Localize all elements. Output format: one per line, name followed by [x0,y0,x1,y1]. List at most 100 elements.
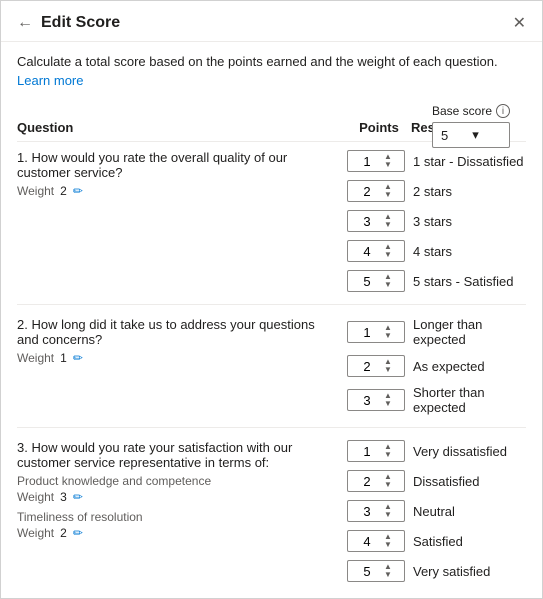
score-row-2-3: ▲▼ Shorter than expected [347,385,526,415]
spin-down-icon[interactable]: ▼ [384,541,392,549]
response-text-1-4: 4 stars [413,244,526,259]
weight-row-1: Weight2✏ [17,184,339,198]
edit-weight-icon[interactable]: ✏ [73,526,83,540]
question-text-2: 2. How long did it take us to address yo… [17,317,339,347]
points-field-2-2[interactable] [352,359,382,374]
score-row-3-4: ▲▼ Satisfied [347,530,526,552]
response-text-3-4: Satisfied [413,534,526,549]
spin-down-icon[interactable]: ▼ [384,511,392,519]
spin-down-icon[interactable]: ▼ [384,571,392,579]
score-row-1-4: ▲▼ 4 stars [347,240,526,262]
weight-value: 2 [60,526,67,540]
base-score-label: Base score i [432,104,510,118]
section-divider [17,427,526,428]
description-text: Calculate a total score based on the poi… [17,54,526,88]
score-row-3-5: ▲▼ Very satisfied [347,560,526,582]
response-text-1-5: 5 stars - Satisfied [413,274,526,289]
points-field-3-3[interactable] [352,504,382,519]
points-input-3-2: ▲▼ [347,470,405,492]
score-row-2-2: ▲▼ As expected [347,355,526,377]
response-text-2-1: Longer than expected [413,317,526,347]
score-row-3-3: ▲▼ Neutral [347,500,526,522]
score-row-1-1: ▲▼ 1 star - Dissatisfied [347,150,526,172]
edit-weight-icon[interactable]: ✏ [73,490,83,504]
edit-score-panel: ← Edit Score ✕ Calculate a total score b… [0,0,543,599]
top-area: Calculate a total score based on the poi… [17,54,526,114]
points-input-1-5: ▲▼ [347,270,405,292]
points-field-1-5[interactable] [352,274,382,289]
weight-label: Weight [17,490,54,504]
response-text-2-3: Shorter than expected [413,385,526,415]
score-row-2-1: ▲▼ Longer than expected [347,317,526,347]
spin-down-icon[interactable]: ▼ [384,400,392,408]
response-text-3-2: Dissatisfied [413,474,526,489]
score-row-1-2: ▲▼2 stars [347,180,526,202]
points-input-2-2: ▲▼ [347,355,405,377]
base-score-section: Base score i 5 ▾ [432,104,510,148]
spin-down-icon[interactable]: ▼ [384,451,392,459]
spin-up-icon[interactable]: ▲ [384,563,392,571]
points-field-1-4[interactable] [352,244,382,259]
points-field-1-1[interactable] [352,154,382,169]
points-field-1-2[interactable] [352,184,382,199]
spin-down-icon[interactable]: ▼ [384,332,392,340]
weight-value: 3 [60,490,67,504]
points-field-3-5[interactable] [352,564,382,579]
question-text-1: 1. How would you rate the overall qualit… [17,150,339,180]
score-row-3-2: ▲▼ Dissatisfied [347,470,526,492]
back-button[interactable]: ← [17,14,33,32]
sub-item-label-3-1: Product knowledge and competence [17,474,339,488]
weight-row-3-1: Weight 3 ✏ [17,490,339,504]
points-field-3-4[interactable] [352,534,382,549]
col-points-header: Points [347,120,411,135]
score-row-1-3: ▲▼ 3 stars [347,210,526,232]
spin-down-icon[interactable]: ▼ [384,281,392,289]
points-input-1-1: ▲▼ [347,150,405,172]
response-text-1-3: 3 stars [413,214,526,229]
weight-row-3-2: Weight2✏ [17,526,339,540]
base-score-select[interactable]: 5 ▾ [432,122,510,148]
questions-container: 1. How would you rate the overall qualit… [17,150,526,586]
learn-more-link[interactable]: Learn more [17,73,83,88]
edit-weight-icon[interactable]: ✏ [73,184,83,198]
section-divider [17,304,526,305]
question-block-1: 1. How would you rate the overall qualit… [17,150,526,305]
points-field-2-3[interactable] [352,393,382,408]
response-text-2-2: As expected [413,359,526,374]
points-input-3-3: ▲▼ [347,500,405,522]
spin-down-icon[interactable]: ▼ [384,191,392,199]
close-button[interactable]: ✕ [513,13,526,33]
points-input-1-4: ▲▼ [347,240,405,262]
weight-value: 1 [60,351,67,365]
panel-body: Calculate a total score based on the poi… [1,42,542,598]
col-question-header: Question [17,120,347,135]
points-field-2-1[interactable] [352,325,382,340]
spin-down-icon[interactable]: ▼ [384,221,392,229]
question-text-3: 3. How would you rate your satisfaction … [17,440,339,470]
score-row-3-1: ▲▼Very dissatisfied [347,440,526,462]
points-field-3-2[interactable] [352,474,382,489]
chevron-down-icon: ▾ [472,127,479,143]
response-text-3-5: Very satisfied [413,564,526,579]
points-input-2-3: ▲▼ [347,389,405,411]
question-block-2: 2. How long did it take us to address yo… [17,317,526,428]
points-input-3-4: ▲▼ [347,530,405,552]
edit-weight-icon[interactable]: ✏ [73,351,83,365]
panel-header: ← Edit Score ✕ [1,1,542,42]
spin-down-icon[interactable]: ▼ [384,481,392,489]
score-row-1-5: ▲▼ 5 stars - Satisfied [347,270,526,292]
spin-down-icon[interactable]: ▼ [384,251,392,259]
base-score-info-icon[interactable]: i [496,104,510,118]
response-text-3-3: Neutral [413,504,526,519]
points-input-1-3: ▲▼ [347,210,405,232]
response-text-1-1: 1 star - Dissatisfied [413,154,526,169]
points-input-2-1: ▲▼ [347,321,405,343]
points-input-3-1: ▲▼ [347,440,405,462]
weight-label: Weight [17,351,54,365]
spin-down-icon[interactable]: ▼ [384,161,392,169]
points-field-1-3[interactable] [352,214,382,229]
spin-down-icon[interactable]: ▼ [384,366,392,374]
weight-value: 2 [60,184,67,198]
description-main: Calculate a total score based on the poi… [17,54,498,69]
points-field-3-1[interactable] [352,444,382,459]
